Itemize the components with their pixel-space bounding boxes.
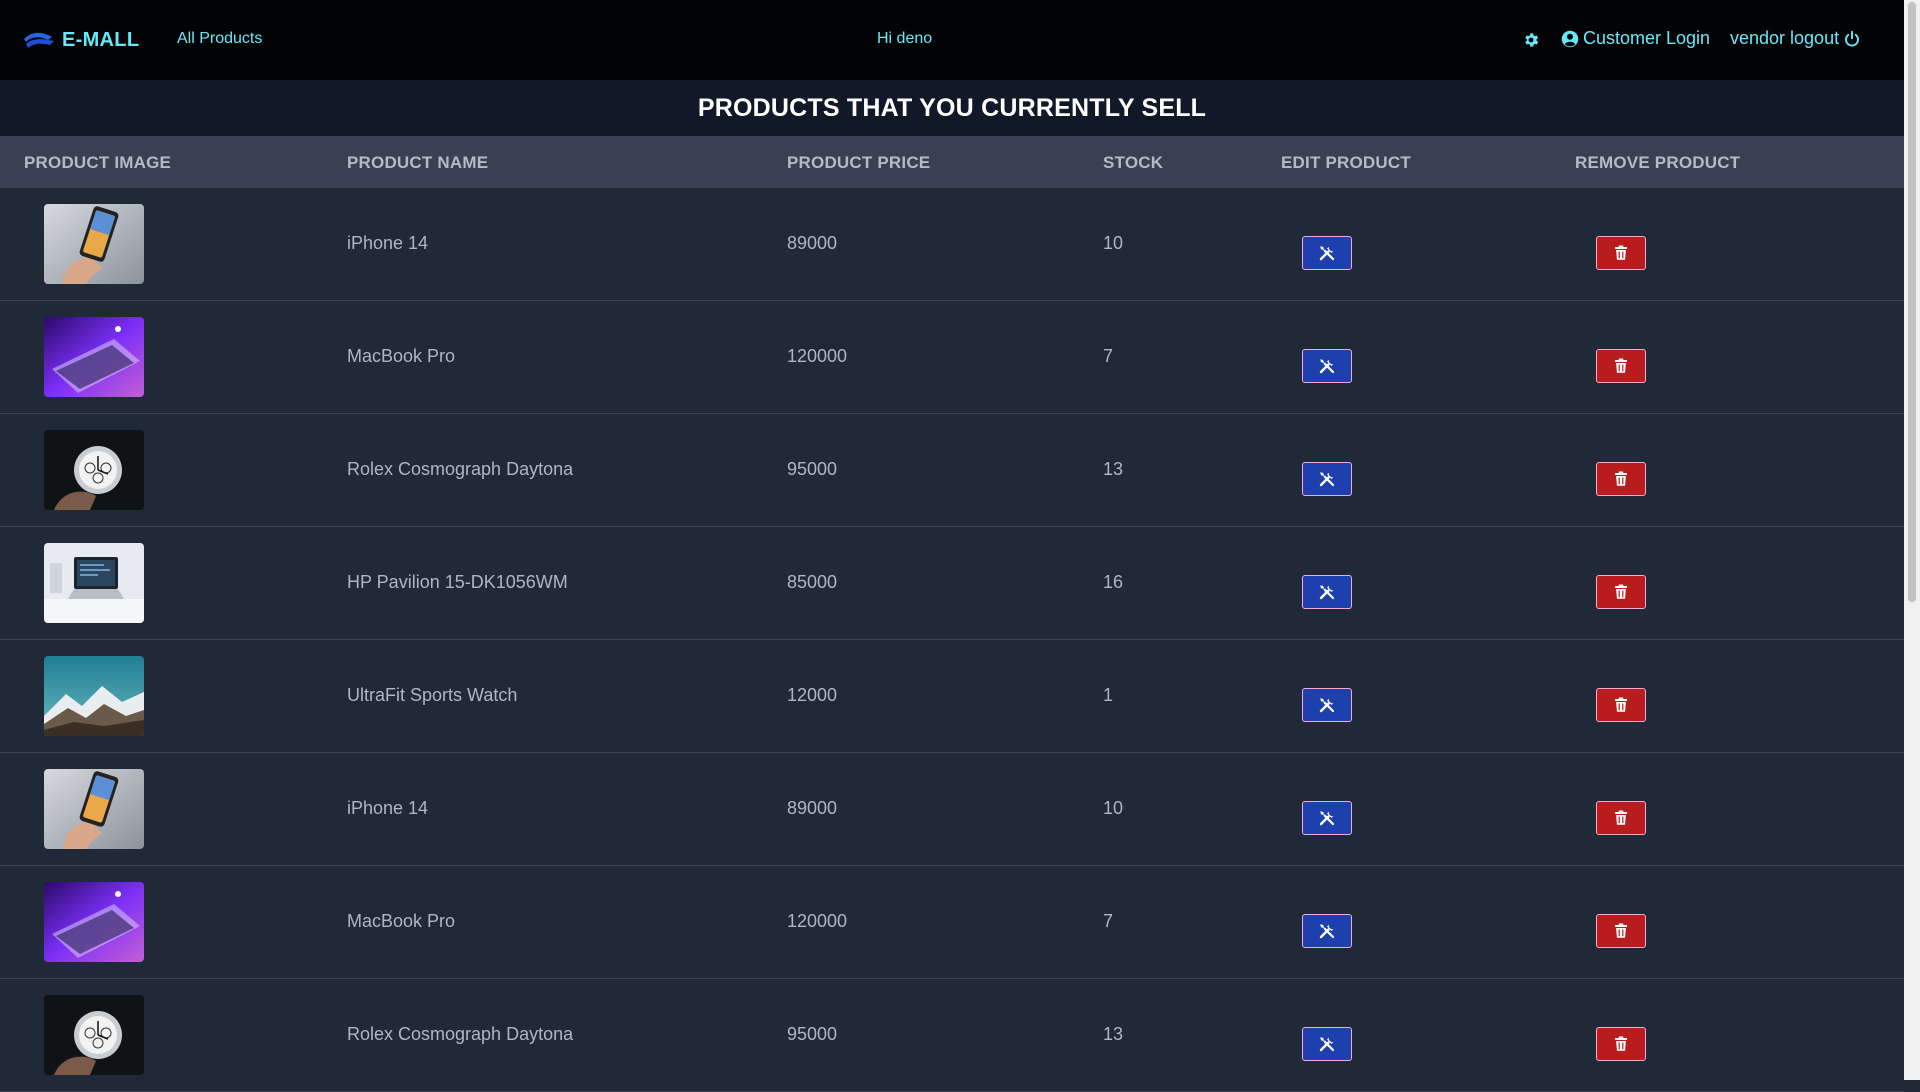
product-price: 85000 <box>787 572 838 592</box>
product-name: Rolex Cosmograph Daytona <box>347 459 574 479</box>
tools-icon <box>1319 472 1335 487</box>
trash-icon <box>1615 245 1627 260</box>
trash-icon <box>1615 471 1627 486</box>
product-stock: 7 <box>1103 911 1114 931</box>
tools-icon <box>1319 924 1335 939</box>
table-body: iPhone 14 89000 10 MacBook Pro 120000 7 Rolex … <box>0 188 1904 1092</box>
table-header: PRODUCT IMAGE PRODUCT NAME PRODUCT PRICE… <box>0 136 1904 188</box>
product-image <box>44 769 144 849</box>
product-stock: 1 <box>1103 685 1114 705</box>
header-stock: STOCK <box>1103 153 1164 172</box>
product-stock: 7 <box>1103 346 1114 366</box>
product-image <box>44 656 144 736</box>
product-stock: 13 <box>1103 459 1124 479</box>
trash-icon <box>1615 1036 1627 1051</box>
edit-product-button[interactable] <box>1302 575 1352 609</box>
gear-icon[interactable] <box>1522 31 1540 49</box>
product-price: 120000 <box>787 911 848 931</box>
table-row: Rolex Cosmograph Daytona 95000 13 <box>0 414 1904 527</box>
table-row: iPhone 14 89000 10 <box>0 753 1904 866</box>
product-name: MacBook Pro <box>347 911 456 931</box>
product-image <box>44 430 144 510</box>
product-price: 12000 <box>787 685 838 705</box>
tools-icon <box>1319 585 1335 600</box>
header-product-name: PRODUCT NAME <box>347 153 489 172</box>
header-edit-product: EDIT PRODUCT <box>1281 153 1411 172</box>
brand-logo-icon <box>24 32 54 48</box>
header-product-price: PRODUCT PRICE <box>787 153 931 172</box>
tools-icon <box>1319 811 1335 826</box>
product-stock: 13 <box>1103 1024 1124 1044</box>
table-row: Rolex Cosmograph Daytona 95000 13 <box>0 979 1904 1092</box>
product-name: HP Pavilion 15-DK1056WM <box>347 572 568 592</box>
tools-icon <box>1319 359 1335 374</box>
page-title: PRODUCTS THAT YOU CURRENTLY SELL <box>0 80 1904 136</box>
customer-login-link[interactable]: Customer Login <box>1561 28 1710 49</box>
nav-all-products-link[interactable]: All Products <box>177 30 262 48</box>
product-image <box>44 317 144 397</box>
remove-product-button[interactable] <box>1596 349 1646 383</box>
scrollbar-thumb[interactable] <box>1908 2 1916 602</box>
tools-icon <box>1319 698 1335 713</box>
edit-product-button[interactable] <box>1302 914 1352 948</box>
edit-product-button[interactable] <box>1302 1027 1352 1061</box>
remove-product-button[interactable] <box>1596 688 1646 722</box>
tools-icon <box>1319 1037 1335 1052</box>
brand[interactable]: E-MALL <box>22 26 139 54</box>
greeting-text: Hi deno <box>877 30 933 47</box>
trash-icon <box>1615 358 1627 373</box>
vendor-logout-label: vendor logout <box>1730 28 1840 48</box>
remove-product-button[interactable] <box>1596 914 1646 948</box>
table-row: iPhone 14 89000 10 <box>0 188 1904 301</box>
product-stock: 10 <box>1103 233 1124 253</box>
product-name: iPhone 14 <box>347 798 429 818</box>
product-image <box>44 543 144 623</box>
product-price: 95000 <box>787 1024 838 1044</box>
edit-product-button[interactable] <box>1302 462 1352 496</box>
remove-product-button[interactable] <box>1596 801 1646 835</box>
product-image <box>44 995 144 1075</box>
product-image <box>44 882 144 962</box>
remove-product-button[interactable] <box>1596 575 1646 609</box>
table-row: UltraFit Sports Watch 12000 1 <box>0 640 1904 753</box>
table-row: MacBook Pro 120000 7 <box>0 866 1904 979</box>
edit-product-button[interactable] <box>1302 236 1352 270</box>
product-image <box>44 204 144 284</box>
product-name: iPhone 14 <box>347 233 429 253</box>
product-price: 120000 <box>787 346 848 366</box>
vendor-logout-link[interactable]: vendor logout <box>1730 28 1861 49</box>
product-stock: 10 <box>1103 798 1124 818</box>
edit-product-button[interactable] <box>1302 349 1352 383</box>
remove-product-button[interactable] <box>1596 236 1646 270</box>
navbar: E-MALL All Products Hi deno Customer Log… <box>0 0 1904 80</box>
header-remove-product: REMOVE PRODUCT <box>1575 153 1741 172</box>
header-product-image: PRODUCT IMAGE <box>24 153 172 172</box>
table-row: MacBook Pro 120000 7 <box>0 301 1904 414</box>
brand-name: E-MALL <box>62 28 140 51</box>
trash-icon <box>1615 697 1627 712</box>
remove-product-button[interactable] <box>1596 462 1646 496</box>
user-circle-icon <box>1561 30 1579 47</box>
table-row: HP Pavilion 15-DK1056WM 85000 16 <box>0 527 1904 640</box>
trash-icon <box>1615 810 1627 825</box>
product-name: UltraFit Sports Watch <box>347 685 518 705</box>
trash-icon <box>1615 584 1627 599</box>
product-name: MacBook Pro <box>347 346 456 366</box>
tools-icon <box>1319 246 1335 261</box>
power-icon <box>1845 30 1860 46</box>
product-stock: 16 <box>1103 572 1124 592</box>
product-price: 89000 <box>787 233 838 253</box>
product-price: 89000 <box>787 798 838 818</box>
edit-product-button[interactable] <box>1302 801 1352 835</box>
edit-product-button[interactable] <box>1302 688 1352 722</box>
trash-icon <box>1615 923 1627 938</box>
scrollbar[interactable] <box>1904 0 1920 1080</box>
product-price: 95000 <box>787 459 838 479</box>
remove-product-button[interactable] <box>1596 1027 1646 1061</box>
product-name: Rolex Cosmograph Daytona <box>347 1024 574 1044</box>
customer-login-label: Customer Login <box>1583 28 1711 48</box>
